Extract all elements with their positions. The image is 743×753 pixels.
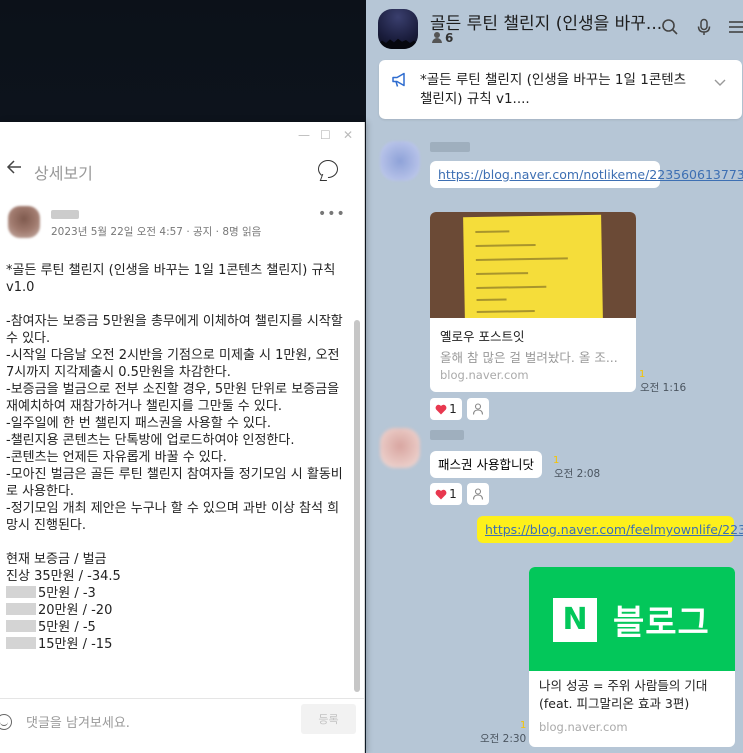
author-name <box>51 210 79 219</box>
body-line: *골든 루틴 챌린지 (인생을 바꾸는 1일 1콘텐츠 챌린지) 규칙 v1.0 <box>6 263 340 295</box>
heart-icon <box>435 404 447 414</box>
balance-value: 5만원 / -3 <box>38 586 96 601</box>
preview-image: N 블로그 <box>529 567 735 671</box>
blog-wordmark: 블로그 <box>613 603 710 643</box>
naver-logo: N <box>553 598 597 642</box>
body-line: -정기모임 개최 제안은 누구나 할 수 있으며 과반 이상 참석 희망시 진행… <box>6 501 340 533</box>
room-avatar[interactable] <box>378 9 418 49</box>
avatar[interactable] <box>8 206 40 238</box>
mic-icon[interactable] <box>694 18 714 38</box>
emoji-icon[interactable] <box>0 714 12 730</box>
message-time: 1 오전 1:16 <box>639 369 687 395</box>
maximize-icon[interactable]: ☐ <box>320 128 331 142</box>
search-icon[interactable] <box>660 18 680 38</box>
comment-bar: 등록 <box>0 698 364 753</box>
person-icon <box>432 32 442 43</box>
balance-row: 5만원 / -5 <box>6 619 346 636</box>
notice-text: *골든 루틴 챌린지 (인생을 바꾸는 1일 1콘텐츠 챌린지) 규칙 v1..… <box>420 72 687 107</box>
blurred-name <box>6 586 36 598</box>
person-icon <box>472 403 484 415</box>
menu-icon[interactable] <box>726 18 743 38</box>
reaction-users-button[interactable] <box>467 483 489 505</box>
member-count[interactable]: 6 <box>432 31 453 45</box>
megaphone-icon <box>391 72 409 88</box>
member-count-value: 6 <box>445 31 454 45</box>
sender-name <box>430 142 470 152</box>
body-line: -챌린지용 콘텐츠는 단톡방에 업로드하여야 인정한다. <box>6 433 295 448</box>
message-time-text: 오전 2:30 <box>480 733 527 745</box>
back-arrow-icon[interactable] <box>6 159 22 180</box>
balance-name: 진상 <box>6 569 30 584</box>
reaction-count: 1 <box>449 402 457 416</box>
close-icon[interactable]: ✕ <box>343 128 353 142</box>
message-time-text: 오전 1:16 <box>640 382 687 394</box>
sender-name <box>430 430 464 440</box>
heart-icon <box>435 489 447 499</box>
reaction-users-button[interactable] <box>467 398 489 420</box>
balance-row: 5만원 / -3 <box>6 585 346 602</box>
reaction-count: 1 <box>449 487 457 501</box>
unread-count: 1 <box>520 720 527 731</box>
unread-count: 1 <box>553 455 560 466</box>
avatar[interactable] <box>380 141 420 181</box>
body-line: -시작일 다음날 오전 2시반을 기점으로 미제출 시 1만원, 오전7시까지 … <box>6 348 340 380</box>
balance-value: 5만원 / -5 <box>38 620 96 635</box>
heart-reaction[interactable]: 1 <box>430 398 462 420</box>
balance-value: 35만원 / -34.5 <box>34 569 121 584</box>
balance-row: 진상 35만원 / -34.5 <box>6 568 346 585</box>
link-preview-card[interactable]: 옐로우 포스트잇 올해 참 많은 걸 벌려놨다. 올 조... blog.nav… <box>430 212 636 392</box>
body-line: -일주일에 한 번 챌린지 패스권을 사용할 수 있다. <box>6 416 271 431</box>
body-line: -모아진 벌금은 골든 루틴 챌린지 참여자들 정기모임 시 활동비로 사용한다… <box>6 467 343 499</box>
chevron-down-icon[interactable] <box>714 76 726 91</box>
card-description: 올해 참 많은 걸 벌려놨다. 올 조... <box>440 350 618 365</box>
post-body: *골든 루틴 챌린지 (인생을 바꾸는 1일 1콘텐츠 챌린지) 규칙 v1.0… <box>6 262 346 694</box>
comment-input[interactable] <box>26 712 286 734</box>
person-icon <box>472 488 484 500</box>
blurred-name <box>6 620 36 632</box>
text-message[interactable]: 패스권 사용합니닷 <box>430 451 542 478</box>
card-title: 나의 성공 = 주위 사람들의 기대 (feat. 피그말리온 효과 3편) <box>539 678 708 711</box>
submit-button[interactable]: 등록 <box>301 704 356 734</box>
chat-window: 골든 루틴 챌린지 (인생을 바꾸... 6 *골든 루틴 챌린지 (인생을 바… <box>366 0 743 753</box>
body-line: -콘텐츠는 언제든 자유롭게 바꿀 수 있다. <box>6 450 227 465</box>
message-time: 1 오전 2:30 <box>480 720 527 746</box>
room-title[interactable]: 골든 루틴 챌린지 (인생을 바꾸... <box>430 9 662 34</box>
more-options-icon[interactable]: ••• <box>318 206 346 222</box>
link-message[interactable]: https://blog.naver.com/notlikeme/2235606… <box>430 161 743 188</box>
message-time-text: 오전 2:08 <box>554 468 601 480</box>
avatar[interactable] <box>380 428 420 468</box>
detail-popup: — ☐ ✕ 상세보기 2023년 5월 22일 오전 4:57 · 공지 · 8… <box>0 122 365 753</box>
comment-icon[interactable] <box>318 160 338 178</box>
balance-value: 15만원 / -15 <box>38 637 113 652</box>
blurred-name <box>6 637 36 649</box>
balance-row: 15만원 / -15 <box>6 636 346 653</box>
body-line: -참여자는 보증금 5만원을 총무에게 이체하여 챌린지를 시작할 수 있다. <box>6 314 343 346</box>
heart-reaction[interactable]: 1 <box>430 483 462 505</box>
chat-header: 골든 루틴 챌린지 (인생을 바꾸... 6 <box>366 0 743 56</box>
card-title: 옐로우 포스트잇 <box>440 329 525 344</box>
minimize-icon[interactable]: — <box>298 128 310 142</box>
preview-image <box>430 212 636 318</box>
body-line: 현재 보증금 / 벌금 <box>6 552 107 567</box>
balance-value: 20만원 / -20 <box>38 603 113 618</box>
body-line: -보증금을 벌금으로 전부 소진할 경우, 5만원 단위로 보증금을 재예치하여… <box>6 382 344 414</box>
blurred-name <box>6 603 36 615</box>
card-domain: blog.naver.com <box>440 368 529 382</box>
balance-row: 20만원 / -20 <box>6 602 346 619</box>
post-meta: 2023년 5월 22일 오전 4:57 · 공지 · 8명 읽음 <box>51 226 262 238</box>
notice-banner[interactable]: *골든 루틴 챌린지 (인생을 바꾸는 1일 1콘텐츠 챌린지) 규칙 v1..… <box>379 60 742 119</box>
card-domain: blog.naver.com <box>539 720 628 734</box>
link-message[interactable]: https://blog.naver.com/feelmyownlife/223… <box>477 516 743 543</box>
scrollbar-thumb[interactable] <box>354 320 360 692</box>
unread-count: 1 <box>639 369 646 380</box>
message-time: 1 오전 2:08 <box>553 455 601 481</box>
popup-title: 상세보기 <box>34 164 93 183</box>
link-preview-card[interactable]: N 블로그 나의 성공 = 주위 사람들의 기대 (feat. 피그말리온 효과… <box>529 567 735 747</box>
